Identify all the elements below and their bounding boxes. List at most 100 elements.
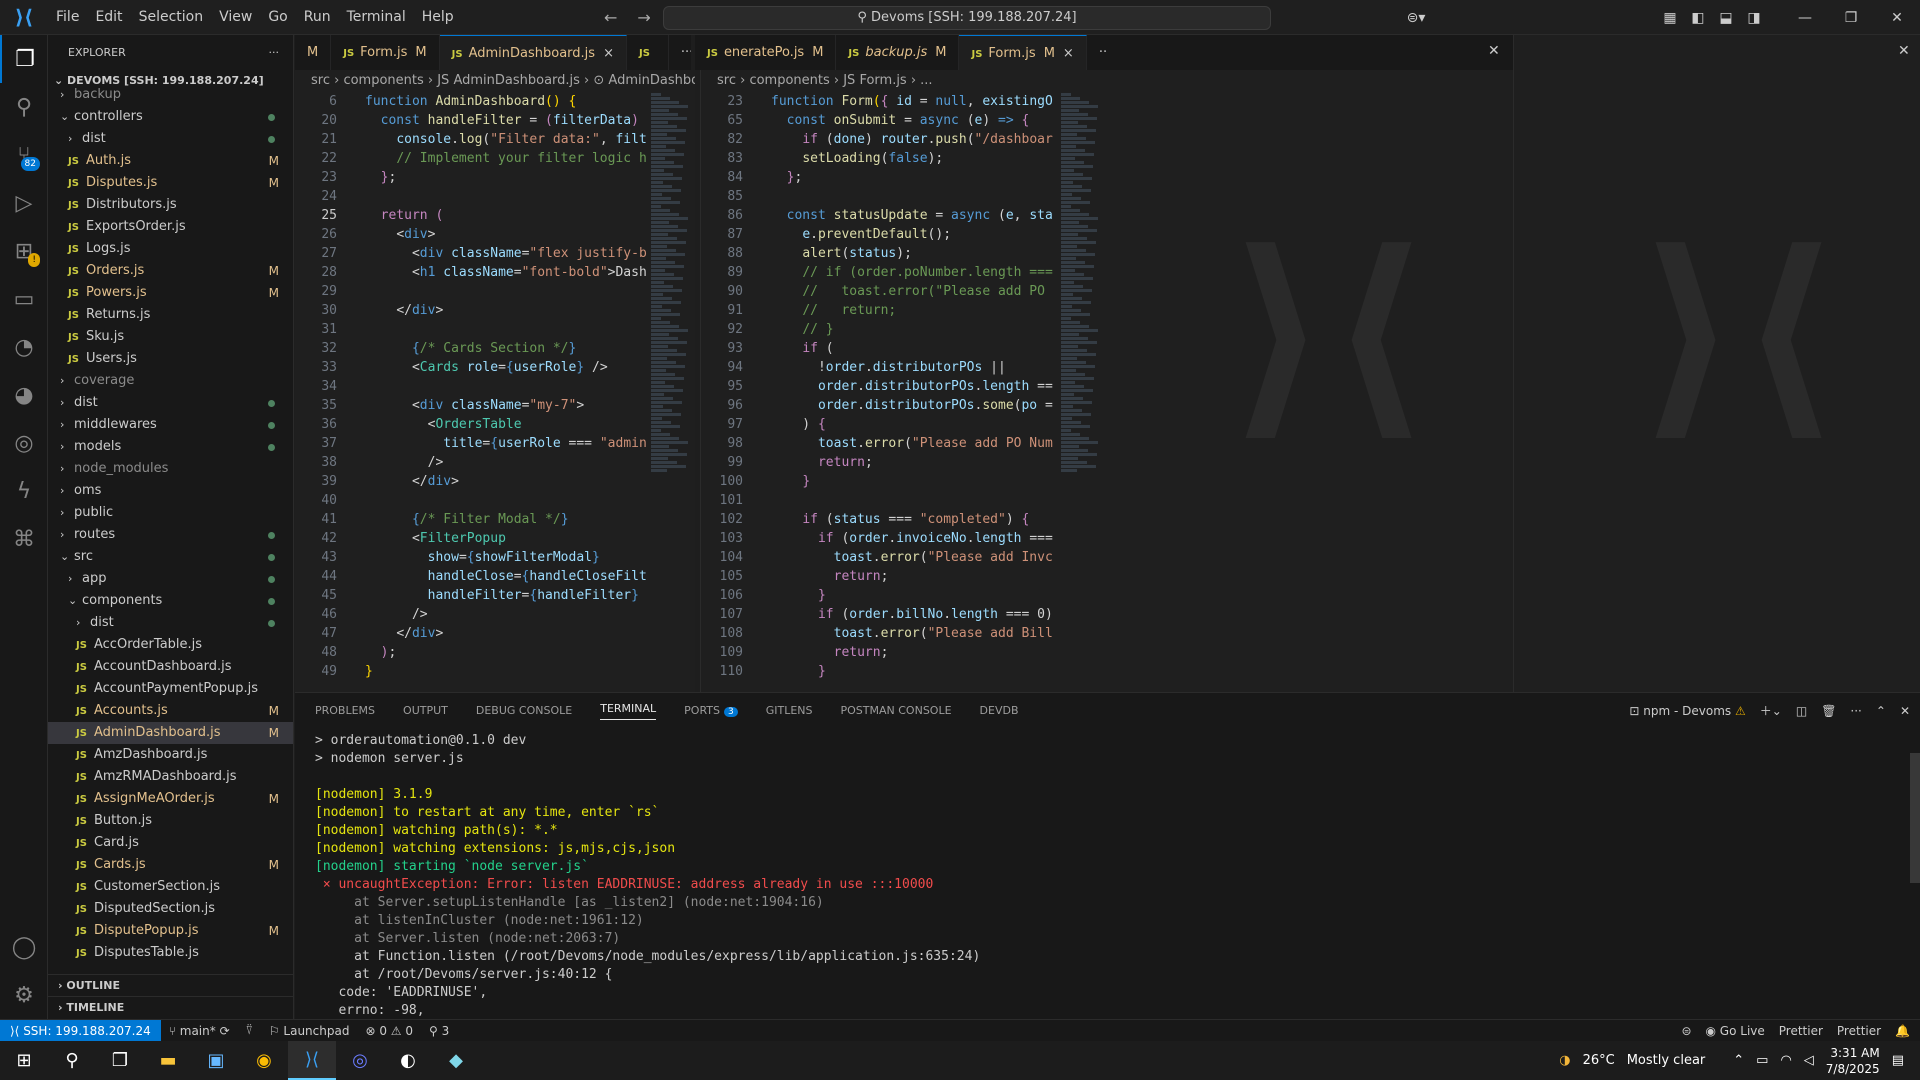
- copilot-status-icon[interactable]: ⊜: [1681, 1024, 1691, 1038]
- file-item[interactable]: JS AdminDashboard.js M: [48, 722, 293, 744]
- terminal-instance[interactable]: ⊡ npm - Devoms ⚠: [1629, 704, 1745, 718]
- left-code[interactable]: 6 function AdminDashboard() {20 const han…: [295, 92, 695, 681]
- tab-close-icon[interactable]: ×: [1063, 46, 1074, 61]
- code-line[interactable]: 24: [295, 187, 695, 206]
- terminal-scrollbar[interactable]: [1910, 753, 1920, 883]
- code-line[interactable]: 87 e.preventDefault();: [701, 225, 1108, 244]
- close-group2-icon[interactable]: ✕: [1898, 43, 1910, 59]
- customize-layout-icon[interactable]: ▦: [1656, 10, 1684, 26]
- code-line[interactable]: 27 <div className="flex justify-b: [295, 244, 695, 263]
- code-line[interactable]: 83 setLoading(false);: [701, 149, 1108, 168]
- file-item[interactable]: JS AccountDashboard.js: [48, 656, 293, 678]
- code-line[interactable]: 39 </div>: [295, 472, 695, 491]
- file-item[interactable]: JS AmzDashboard.js: [48, 744, 293, 766]
- code-line[interactable]: 107 if (order.billNo.length === 0): [701, 605, 1108, 624]
- file-item[interactable]: JS Sku.js: [48, 326, 293, 348]
- left-editor[interactable]: src › components › JS AdminDashboard.js …: [295, 70, 695, 692]
- code-line[interactable]: 106 }: [701, 586, 1108, 605]
- panel-tab-debug-console[interactable]: DEBUG CONSOLE: [476, 704, 572, 717]
- file-item[interactable]: JS Button.js: [48, 810, 293, 832]
- windows-start-icon[interactable]: ⊞: [0, 1041, 48, 1080]
- code-line[interactable]: 33 <Cards role={userRole} />: [295, 358, 695, 377]
- code-line[interactable]: 28 <h1 className="font-bold">Dash: [295, 263, 695, 282]
- file-item[interactable]: JS Card.js: [48, 832, 293, 854]
- left-minimap[interactable]: [647, 92, 691, 692]
- file-explorer-icon[interactable]: ▬: [144, 1041, 192, 1080]
- timeline-icon[interactable]: ◎: [0, 419, 48, 467]
- close-group-icon[interactable]: ✕: [1488, 43, 1500, 59]
- gitlens-status-icon[interactable]: ⍢: [238, 1023, 261, 1038]
- code-line[interactable]: 26 <div>: [295, 225, 695, 244]
- code-line[interactable]: 84 };: [701, 168, 1108, 187]
- folder-item[interactable]: › dist: [48, 612, 293, 634]
- panel-tab-terminal[interactable]: TERMINAL: [600, 702, 657, 720]
- folder-item[interactable]: › node_modules: [48, 458, 293, 480]
- panel-tab-output[interactable]: OUTPUT: [403, 704, 448, 717]
- code-line[interactable]: 22 // Implement your filter logic h: [295, 149, 695, 168]
- code-line[interactable]: 93 if (: [701, 339, 1108, 358]
- panel-tab-gitlens[interactable]: GITLENS: [766, 704, 813, 717]
- code-line[interactable]: 90 // toast.error("Please add PO: [701, 282, 1108, 301]
- file-item[interactable]: JS Powers.js M: [48, 282, 293, 304]
- menu-selection[interactable]: Selection: [131, 0, 212, 35]
- terminal-output[interactable]: > orderautomation@0.1.0 dev > nodemon ser…: [295, 728, 1920, 1020]
- menu-file[interactable]: File: [48, 0, 87, 35]
- panel-more-icon[interactable]: ···: [1850, 704, 1861, 718]
- clock[interactable]: 3:31 AM 7/8/2025: [1826, 1045, 1880, 1077]
- file-item[interactable]: JS AssignMeAOrder.js M: [48, 788, 293, 810]
- code-line[interactable]: 42 <FilterPopup: [295, 529, 695, 548]
- file-item[interactable]: JS Returns.js: [48, 304, 293, 326]
- file-item[interactable]: JS CustomerSection.js: [48, 876, 293, 898]
- battery-icon[interactable]: ▭: [1756, 1053, 1768, 1068]
- problems-indicator[interactable]: ⊗ 0 ⚠ 0: [357, 1024, 421, 1038]
- remote-explorer-icon[interactable]: ▭: [0, 275, 48, 323]
- editor-tab[interactable]: JS Form.js M: [331, 35, 440, 70]
- file-item[interactable]: JS Users.js: [48, 348, 293, 370]
- command-center-search[interactable]: ⚲ Devoms [SSH: 199.188.207.24]: [663, 6, 1271, 30]
- notification-center-icon[interactable]: ▤: [1892, 1053, 1904, 1068]
- file-item[interactable]: JS ExportsOrder.js: [48, 216, 293, 238]
- app-icon[interactable]: ◐: [384, 1041, 432, 1080]
- notifications-bell-icon[interactable]: 🔔: [1895, 1024, 1910, 1038]
- code-line[interactable]: 48 );: [295, 643, 695, 662]
- code-line[interactable]: 105 return;: [701, 567, 1108, 586]
- file-item[interactable]: JS DisputedSection.js: [48, 898, 293, 920]
- file-item[interactable]: JS Distributors.js: [48, 194, 293, 216]
- panel-tab-problems[interactable]: PROBLEMS: [315, 704, 375, 717]
- code-line[interactable]: 91 // return;: [701, 301, 1108, 320]
- code-line[interactable]: 104 toast.error("Please add Invc: [701, 548, 1108, 567]
- thunder-icon[interactable]: ϟ: [0, 467, 48, 515]
- code-line[interactable]: 98 toast.error("Please add PO Num: [701, 434, 1108, 453]
- code-line[interactable]: 47 </div>: [295, 624, 695, 643]
- right-editor[interactable]: src › components › JS Form.js › ... 23 fu…: [700, 70, 1108, 692]
- folder-item[interactable]: › models: [48, 436, 293, 458]
- code-line[interactable]: 97 ) {: [701, 415, 1108, 434]
- editor-tab[interactable]: M: [295, 35, 332, 70]
- code-line[interactable]: 85: [701, 187, 1108, 206]
- code-line[interactable]: 92 // }: [701, 320, 1108, 339]
- postman-icon[interactable]: ◕: [0, 371, 48, 419]
- right-code[interactable]: 23 function Form({ id = null, existingO 65…: [701, 92, 1108, 681]
- code-line[interactable]: 101: [701, 491, 1108, 510]
- code-line[interactable]: 102 if (status === "completed") {: [701, 510, 1108, 529]
- file-item[interactable]: JS Auth.js M: [48, 150, 293, 172]
- vscode-taskbar-icon[interactable]: ⟩⟨: [288, 1041, 336, 1080]
- code-line[interactable]: 96 order.distributorPOs.some(po =: [701, 396, 1108, 415]
- folder-item[interactable]: ⌄ components: [48, 590, 293, 612]
- zoom-icon[interactable]: ◎: [336, 1041, 384, 1080]
- weather-desc[interactable]: Mostly clear: [1627, 1053, 1706, 1068]
- source-control-icon[interactable]: ⑂ 82: [0, 131, 48, 179]
- code-line[interactable]: 99 return;: [701, 453, 1108, 472]
- launchpad-item[interactable]: ⚐ Launchpad: [261, 1024, 358, 1038]
- taskbar-search-icon[interactable]: ⚲: [48, 1041, 96, 1080]
- editor-tab[interactable]: JS AdminDashboard.js ×: [439, 35, 627, 70]
- code-line[interactable]: 43 show={showFilterModal}: [295, 548, 695, 567]
- file-item[interactable]: JS Disputes.js M: [48, 172, 293, 194]
- code-line[interactable]: 108 toast.error("Please add Bill: [701, 624, 1108, 643]
- weather-temp[interactable]: 26°C: [1583, 1053, 1615, 1068]
- file-item[interactable]: JS Cards.js M: [48, 854, 293, 876]
- explorer-icon[interactable]: ❐: [0, 35, 48, 83]
- code-line[interactable]: 23 };: [295, 168, 695, 187]
- folder-item[interactable]: › routes: [48, 524, 293, 546]
- file-item[interactable]: JS Logs.js: [48, 238, 293, 260]
